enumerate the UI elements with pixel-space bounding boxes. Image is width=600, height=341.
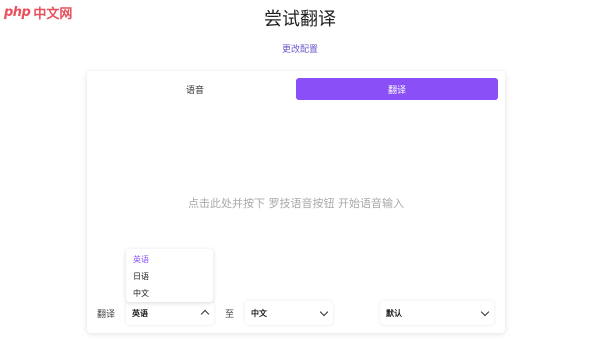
language-controls: 翻译 英语 至 中文 默认: [87, 299, 505, 327]
source-language-dropdown: 英语 日语 中文: [126, 249, 213, 302]
translate-label: 翻译: [97, 310, 116, 320]
voice-input-prompt[interactable]: 点击此处并按下 罗技语音按钮 开始语音输入: [87, 195, 505, 211]
source-language-value: 英语: [132, 308, 148, 318]
mode-tabs: 语音 翻译: [94, 78, 498, 100]
mode-select[interactable]: 默认: [380, 301, 494, 325]
tab-voice[interactable]: 语音: [94, 78, 296, 100]
dropdown-option-japanese[interactable]: 日语: [126, 268, 213, 285]
to-label: 至: [225, 310, 235, 320]
change-config-link[interactable]: 更改配置: [0, 42, 600, 55]
page-title: 尝试翻译: [264, 9, 336, 30]
target-language-select[interactable]: 中文: [245, 301, 333, 325]
chevron-down-icon: [480, 307, 490, 316]
dropdown-option-chinese[interactable]: 中文: [126, 285, 213, 302]
target-language-value: 中文: [251, 308, 267, 318]
chevron-up-icon: [200, 309, 210, 319]
page: php 中文网 尝试翻译 更改配置 语音 翻译 点击此处并按下 罗技语音按钮 开…: [0, 0, 600, 341]
mode-value: 默认: [386, 308, 402, 318]
source-language-select[interactable]: 英语: [126, 301, 214, 325]
dropdown-option-english[interactable]: 英语: [126, 251, 213, 268]
tab-translate[interactable]: 翻译: [296, 78, 498, 100]
chevron-down-icon: [319, 307, 329, 316]
